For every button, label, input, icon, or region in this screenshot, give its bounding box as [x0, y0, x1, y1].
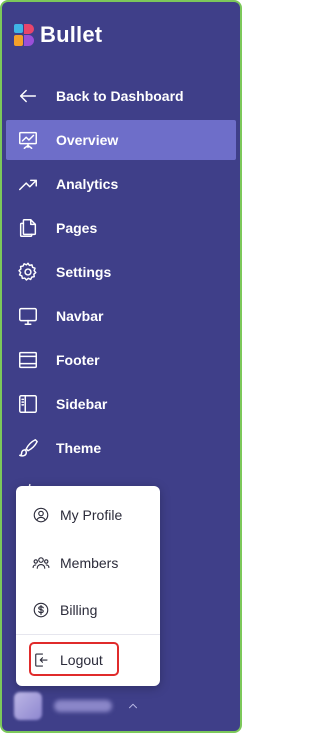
- nav-item-theme[interactable]: Theme: [2, 426, 240, 470]
- menu-item-my-profile[interactable]: My Profile: [16, 495, 160, 535]
- nav-item-settings[interactable]: Settings: [2, 250, 240, 294]
- nav-item-label: Pages: [56, 220, 98, 236]
- monitor-icon: [16, 304, 40, 328]
- chevron-up-icon: [126, 699, 140, 713]
- menu-item-label: Billing: [60, 602, 98, 618]
- pages-icon: [16, 216, 40, 240]
- nav-item-navbar[interactable]: Navbar: [2, 294, 240, 338]
- nav-item-label: Navbar: [56, 308, 104, 324]
- user-circle-icon: [32, 506, 50, 524]
- trending-up-icon: [16, 172, 40, 196]
- nav-item-label: Sidebar: [56, 396, 108, 412]
- nav-item-label: Settings: [56, 264, 112, 280]
- footer-layout-icon: [16, 348, 40, 372]
- username-blurred: [54, 700, 112, 712]
- menu-item-label: My Profile: [60, 507, 123, 523]
- nav-item-label: Back to Dashboard: [56, 88, 184, 104]
- menu-divider: [16, 634, 160, 635]
- nav-item-back-to-dashboard[interactable]: Back to Dashboard: [2, 74, 240, 118]
- brand-name: Bullet: [40, 22, 103, 47]
- arrow-left-icon: [16, 84, 40, 108]
- nav-item-sidebar[interactable]: Sidebar: [2, 382, 240, 426]
- nav-item-label: Theme: [56, 440, 102, 456]
- menu-item-members[interactable]: Members: [16, 543, 160, 583]
- brand-logo[interactable]: Bullet: [14, 22, 102, 48]
- account-switcher[interactable]: [14, 692, 140, 720]
- logout-highlight: [29, 642, 119, 676]
- nav-item-label: Analytics: [56, 176, 119, 192]
- nav-item-overview[interactable]: Overview: [6, 120, 236, 160]
- brush-icon: [16, 436, 40, 460]
- gear-icon: [16, 260, 40, 284]
- menu-item-label: Members: [60, 555, 119, 571]
- sidebar: Bullet Back to Dashboard Overview Analyt…: [0, 0, 242, 733]
- nav-item-label: Overview: [56, 132, 119, 148]
- sidebar-nav: Back to Dashboard Overview Analytics Pag…: [2, 74, 240, 514]
- presentation-chart-icon: [16, 128, 40, 152]
- account-menu: My Profile Members Billing Logout: [16, 486, 160, 686]
- dollar-circle-icon: [32, 601, 50, 619]
- users-icon: [32, 554, 50, 572]
- nav-item-pages[interactable]: Pages: [2, 206, 240, 250]
- avatar: [14, 692, 42, 720]
- nav-item-footer[interactable]: Footer: [2, 338, 240, 382]
- sidebar-layout-icon: [16, 392, 40, 416]
- nav-item-analytics[interactable]: Analytics: [2, 162, 240, 206]
- nav-item-label: Footer: [56, 352, 100, 368]
- menu-item-billing[interactable]: Billing: [16, 590, 160, 630]
- bullet-logo-icon: [14, 24, 34, 46]
